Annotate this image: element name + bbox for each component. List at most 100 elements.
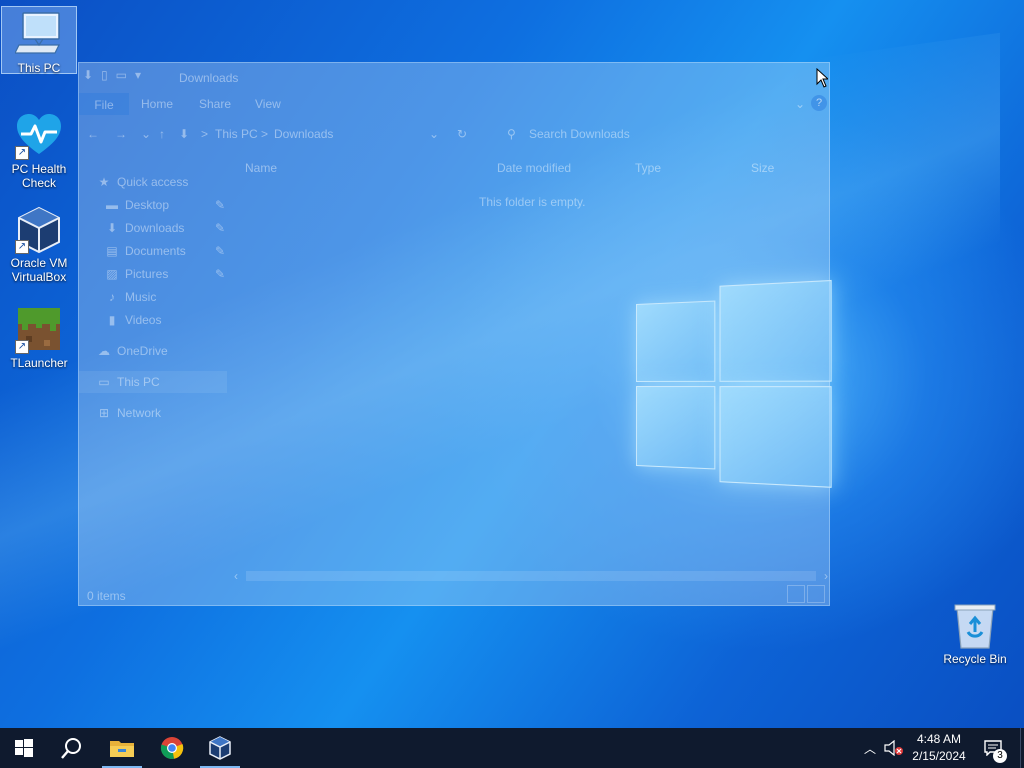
desktop-icon-label: PC Health Check bbox=[11, 162, 67, 190]
shortcut-arrow-icon: ↗ bbox=[15, 240, 29, 254]
clock-time: 4:48 AM bbox=[916, 732, 962, 746]
chrome-icon bbox=[160, 737, 184, 759]
recycle-bin-icon bbox=[951, 602, 999, 650]
virtualbox-icon: ↗ bbox=[15, 206, 63, 254]
desktop-icon-label: Oracle VM VirtualBox bbox=[10, 256, 68, 284]
file-explorer-icon bbox=[110, 741, 134, 757]
tab-share[interactable]: Share bbox=[199, 97, 231, 111]
download-arrow-icon: ⬇ bbox=[106, 221, 118, 235]
desktop-icon-label: TLauncher bbox=[10, 356, 68, 370]
scroll-right-icon[interactable]: › bbox=[824, 569, 828, 583]
expand-ribbon-icon[interactable]: ⌄ bbox=[795, 97, 805, 111]
pin-icon: ✎ bbox=[215, 244, 226, 258]
nav-item-documents[interactable]: ▤ Documents bbox=[105, 244, 185, 266]
desktop-icon-label: This PC bbox=[17, 61, 61, 75]
network-icon: ⊞ bbox=[98, 406, 110, 420]
show-hidden-icons-button[interactable]: ︿ bbox=[860, 728, 880, 768]
breadcrumb-downloads[interactable]: Downloads bbox=[274, 127, 333, 141]
scrollbar-track[interactable] bbox=[246, 571, 816, 581]
nav-item-pictures[interactable]: ▨ Pictures bbox=[105, 267, 168, 289]
show-desktop-button[interactable] bbox=[1020, 728, 1024, 768]
column-header-size[interactable]: Size bbox=[751, 161, 774, 175]
download-arrow-icon: ⬇ bbox=[83, 68, 94, 82]
column-header-type[interactable]: Type bbox=[635, 161, 661, 175]
search-icon bbox=[61, 738, 81, 759]
cloud-icon: ☁ bbox=[98, 344, 110, 358]
documents-icon: ▤ bbox=[106, 244, 118, 258]
recent-locations-icon[interactable]: ⌄ bbox=[141, 127, 151, 141]
notification-count-badge: 3 bbox=[993, 749, 1007, 763]
tab-view[interactable]: View bbox=[255, 97, 281, 111]
star-icon: ★ bbox=[98, 175, 110, 189]
address-separator: > bbox=[261, 127, 269, 141]
properties-icon[interactable]: ▯ bbox=[101, 68, 108, 82]
pc-health-check-icon: ↗ bbox=[15, 112, 63, 160]
tab-file[interactable]: File bbox=[79, 93, 129, 115]
back-arrow-icon[interactable]: ← bbox=[87, 127, 99, 141]
search-box[interactable]: Search Downloads bbox=[529, 127, 630, 141]
start-icon bbox=[15, 739, 33, 757]
new-folder-icon[interactable]: ▭ bbox=[116, 68, 127, 82]
chevron-up-icon: ︿ bbox=[863, 741, 876, 756]
desktop-icon-pc-health-check[interactable]: ↗ PC Health Check bbox=[1, 108, 77, 190]
desktop-icon-tlauncher[interactable]: ↗ TLauncher bbox=[1, 302, 77, 370]
nav-item-quick-access[interactable]: ★ Quick access bbox=[97, 175, 189, 197]
search-icon: ⚲ bbox=[507, 127, 516, 141]
pictures-icon: ▨ bbox=[106, 267, 118, 281]
empty-folder-message: This folder is empty. bbox=[479, 195, 586, 209]
nav-item-downloads[interactable]: ⬇ Downloads bbox=[105, 221, 184, 243]
status-item-count: 0 items bbox=[87, 589, 126, 603]
downloads-folder-icon: ⬇ bbox=[179, 127, 190, 141]
mouse-cursor-icon bbox=[816, 68, 828, 88]
help-icon[interactable]: ? bbox=[811, 95, 827, 111]
volume-button[interactable] bbox=[882, 728, 906, 768]
nav-item-desktop[interactable]: ▬ Desktop bbox=[105, 198, 169, 220]
file-explorer-window[interactable]: ⬇ ▯ ▭ ▾ Downloads File Home Share View ⌄… bbox=[78, 62, 830, 606]
scroll-left-icon[interactable]: ‹ bbox=[234, 569, 238, 583]
taskbar-virtualbox[interactable] bbox=[196, 728, 244, 768]
details-view-icon[interactable] bbox=[787, 585, 805, 603]
nav-item-music[interactable]: ♪ Music bbox=[105, 290, 156, 312]
volume-muted-icon bbox=[884, 740, 903, 756]
pin-icon: ✎ bbox=[215, 267, 226, 281]
up-arrow-icon[interactable]: ↑ bbox=[159, 127, 165, 141]
videos-icon: ▮ bbox=[108, 313, 116, 327]
window-title: Downloads bbox=[179, 71, 239, 85]
breadcrumb-this-pc[interactable]: This PC bbox=[215, 127, 258, 141]
start-button[interactable] bbox=[0, 728, 48, 768]
nav-item-onedrive[interactable]: ☁ OneDrive bbox=[97, 344, 168, 366]
taskbar-chrome[interactable] bbox=[148, 728, 196, 768]
large-icons-view-icon[interactable] bbox=[807, 585, 825, 603]
computer-icon bbox=[14, 11, 63, 59]
tlauncher-icon: ↗ bbox=[15, 306, 63, 354]
window-titlebar[interactable]: ⬇ ▯ ▭ ▾ Downloads bbox=[79, 63, 829, 91]
address-row: ← → ⌄ ↑ ⬇ > This PC > Downloads ⌄ ↻ ⚲ Se… bbox=[79, 119, 829, 149]
desktop-icon-this-pc[interactable]: This PC bbox=[1, 6, 77, 75]
column-header-name[interactable]: Name bbox=[245, 161, 277, 175]
taskbar-file-explorer[interactable] bbox=[98, 728, 146, 768]
desktop-folder-icon: ▬ bbox=[106, 198, 118, 212]
quick-access-toolbar: ⬇ ▯ ▭ ▾ bbox=[83, 68, 141, 82]
forward-arrow-icon[interactable]: → bbox=[115, 127, 127, 141]
nav-item-network[interactable]: ⊞ Network bbox=[97, 406, 161, 428]
refresh-icon[interactable]: ↻ bbox=[457, 127, 467, 141]
nav-item-this-pc[interactable]: ▭ This PC bbox=[79, 371, 227, 393]
taskbar-clock[interactable]: 4:48 AM 2/15/2024 bbox=[906, 731, 972, 765]
shortcut-arrow-icon: ↗ bbox=[15, 340, 29, 354]
taskbar-search-button[interactable] bbox=[48, 728, 96, 768]
music-icon: ♪ bbox=[109, 290, 115, 304]
desktop-icon-virtualbox[interactable]: ↗ Oracle VM VirtualBox bbox=[1, 202, 77, 286]
pin-icon: ✎ bbox=[215, 221, 226, 235]
shortcut-arrow-icon: ↗ bbox=[15, 146, 29, 160]
tab-home[interactable]: Home bbox=[141, 97, 173, 111]
clock-date: 2/15/2024 bbox=[912, 749, 966, 763]
customize-toolbar-icon[interactable]: ▾ bbox=[135, 68, 141, 82]
horizontal-scrollbar[interactable]: ‹ › bbox=[234, 569, 828, 583]
desktop-icon-recycle-bin[interactable]: Recycle Bin bbox=[937, 598, 1013, 668]
ribbon-tabs: File Home Share View ⌄ ? bbox=[79, 91, 829, 115]
address-separator: > bbox=[201, 127, 209, 141]
view-mode-buttons bbox=[787, 585, 825, 603]
nav-item-videos[interactable]: ▮ Videos bbox=[105, 313, 162, 335]
address-dropdown-icon[interactable]: ⌄ bbox=[429, 127, 439, 141]
column-header-date-modified[interactable]: Date modified bbox=[497, 161, 571, 175]
